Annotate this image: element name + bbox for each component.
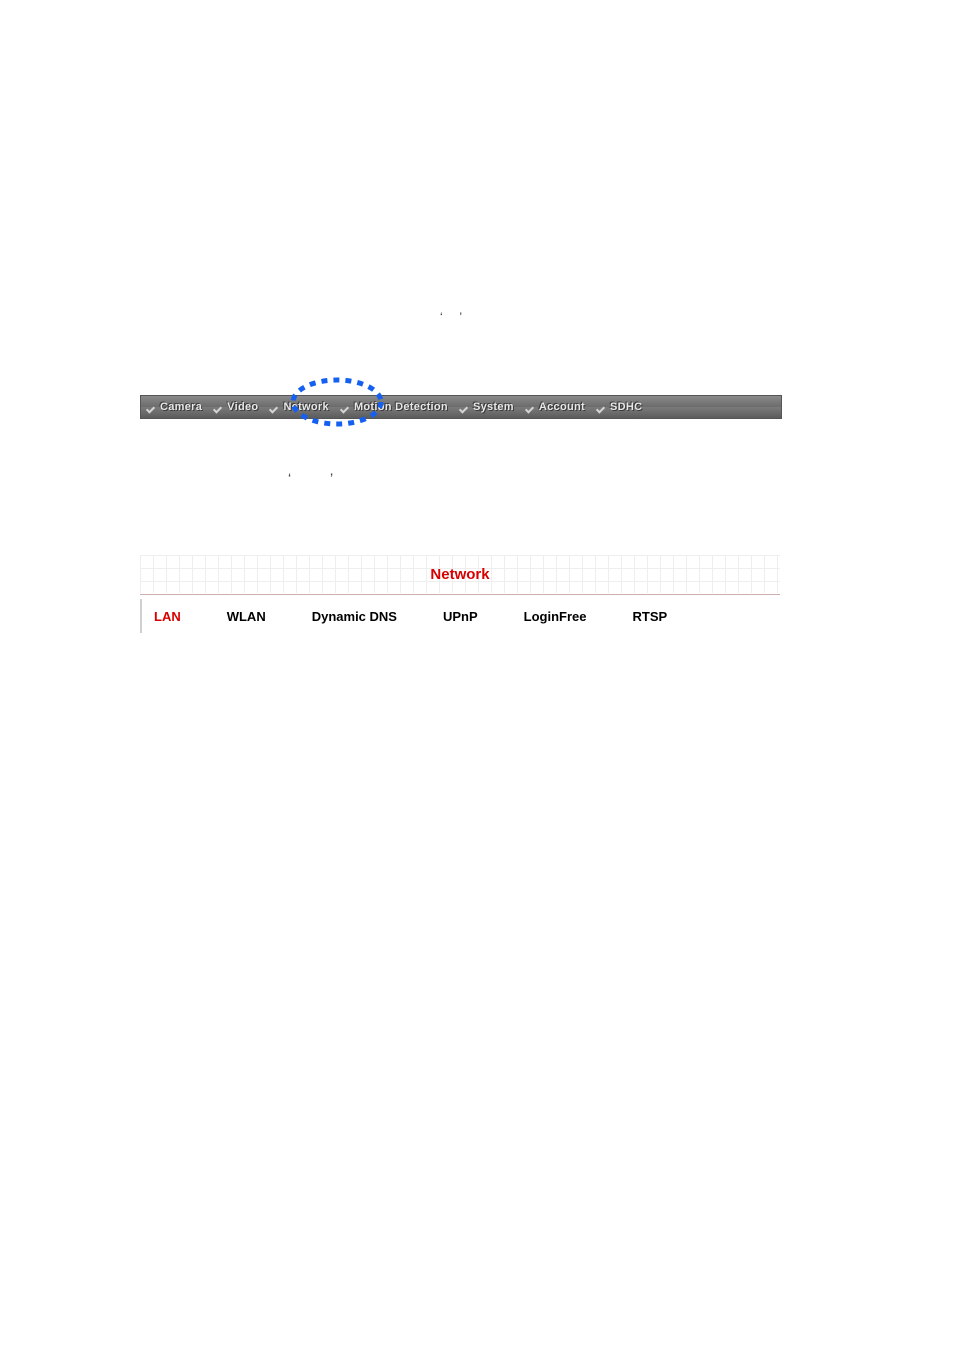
panel-title: Network	[140, 555, 780, 593]
subtab-loginfree[interactable]: LoginFree	[524, 609, 587, 624]
menu-label: Video	[227, 401, 258, 413]
instruction-quotes-1: ‘ ’	[440, 310, 462, 324]
menu-label: Network	[283, 401, 329, 413]
subtab-upnp[interactable]: UPnP	[443, 609, 478, 624]
subtab-rtsp[interactable]: RTSP	[632, 609, 667, 624]
network-panel: Network LAN WLAN Dynamic DNS UPnP LoginF…	[140, 555, 780, 633]
check-icon	[214, 402, 224, 412]
menu-label: System	[473, 401, 514, 413]
menu-label: SDHC	[610, 401, 642, 413]
check-icon	[147, 402, 157, 412]
check-icon	[341, 402, 351, 412]
menu-item-account[interactable]: Account	[520, 396, 591, 418]
menu-item-system[interactable]: System	[454, 396, 520, 418]
subtab-wlan[interactable]: WLAN	[227, 609, 266, 624]
menu-item-network[interactable]: Network	[264, 396, 335, 418]
check-icon	[597, 402, 607, 412]
subtab-lan[interactable]: LAN	[154, 609, 181, 624]
menu-item-video[interactable]: Video	[208, 396, 264, 418]
menu-item-camera[interactable]: Camera	[141, 396, 208, 418]
menu-label: Motion Detection	[354, 401, 448, 413]
check-icon	[460, 402, 470, 412]
check-icon	[270, 402, 280, 412]
sub-tabs: LAN WLAN Dynamic DNS UPnP LoginFree RTSP	[140, 599, 780, 633]
menu-item-sdhc[interactable]: SDHC	[591, 396, 648, 418]
subtab-dynamic-dns[interactable]: Dynamic DNS	[312, 609, 397, 624]
menu-item-motion-detection[interactable]: Motion Detection	[335, 396, 454, 418]
check-icon	[526, 402, 536, 412]
menu-label: Account	[539, 401, 585, 413]
instruction-quotes-2: ‘ ’	[288, 470, 333, 486]
menu-label: Camera	[160, 401, 202, 413]
top-menu-bar: Camera Video Network Motion Detection Sy…	[140, 395, 782, 419]
